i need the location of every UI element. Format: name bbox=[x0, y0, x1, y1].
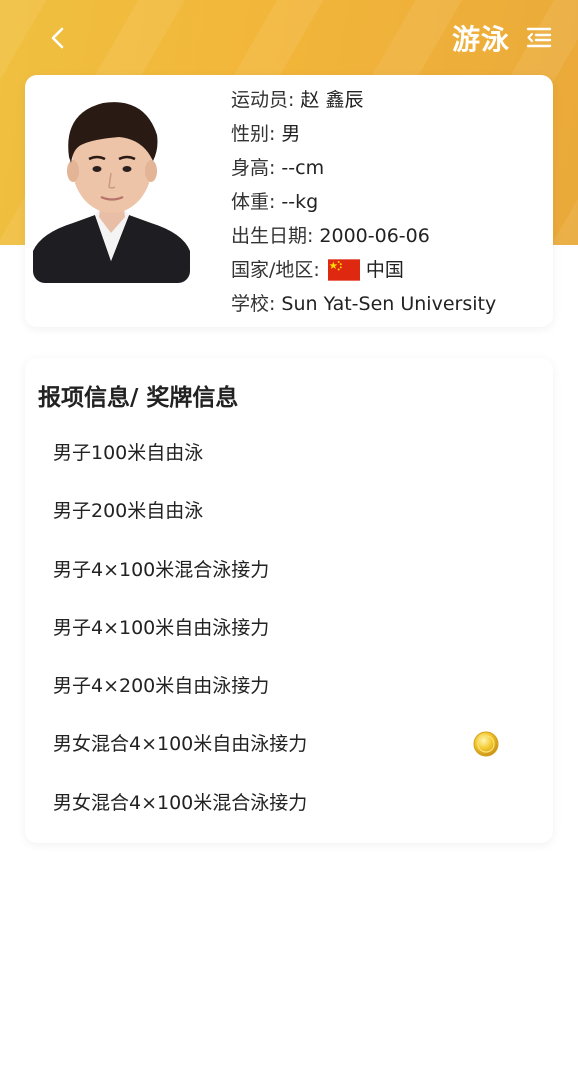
event-name: 男女混合4×100米自由泳接力 bbox=[53, 733, 308, 756]
info-row-height: 身高: --cm bbox=[231, 151, 496, 185]
event-name: 男子200米自由泳 bbox=[53, 500, 204, 523]
menu-button[interactable] bbox=[524, 22, 554, 52]
event-item[interactable]: 男子100米自由泳 bbox=[25, 424, 553, 482]
event-list: 男子100米自由泳 男子200米自由泳 男子4×100米混合泳接力 男子4×10… bbox=[25, 424, 553, 832]
birthdate-label: 出生日期: bbox=[231, 225, 314, 247]
event-name: 男子100米自由泳 bbox=[53, 442, 204, 464]
event-item[interactable]: 男子4×100米自由泳接力 bbox=[25, 599, 553, 657]
info-row-athlete: 运动员: 赵 鑫辰 bbox=[231, 83, 496, 117]
china-flag-icon bbox=[327, 259, 360, 281]
info-row-weight: 体重: --kg bbox=[231, 185, 496, 219]
height-value: --cm bbox=[281, 157, 325, 179]
athlete-name: 赵 鑫辰 bbox=[300, 89, 364, 111]
athlete-label: 运动员: bbox=[231, 89, 295, 111]
chevron-left-icon bbox=[51, 27, 64, 49]
weight-label: 体重: bbox=[231, 191, 276, 213]
events-section-title: 报项信息/ 奖牌信息 bbox=[38, 385, 239, 411]
info-row-gender: 性别: 男 bbox=[231, 117, 496, 151]
event-name: 男子4×200米自由泳接力 bbox=[53, 675, 270, 698]
back-button[interactable] bbox=[40, 20, 76, 56]
info-row-school: 学校: Sun Yat-Sen University bbox=[231, 287, 496, 321]
country-value: 中国 bbox=[365, 259, 404, 281]
event-item[interactable]: 男女混合4×100米自由泳接力 bbox=[25, 715, 553, 773]
school-value: Sun Yat-Sen University bbox=[281, 293, 497, 315]
athlete-photo bbox=[33, 83, 190, 283]
info-row-country: 国家/地区: 中国 bbox=[231, 253, 496, 287]
height-label: 身高: bbox=[231, 157, 276, 179]
menu-icon bbox=[526, 27, 552, 48]
events-card: 报项信息/ 奖牌信息 男子100米自由泳 男子200米自由泳 男子4×100米混… bbox=[25, 358, 553, 843]
weight-value: --kg bbox=[281, 191, 319, 213]
gender-label: 性别: bbox=[231, 123, 276, 145]
gold-medal-icon bbox=[473, 731, 499, 757]
athlete-page: 游泳 运动员: 赵 鑫辰 性别: 男 身高: --cm 体重: --kg 出生日… bbox=[0, 0, 578, 1069]
event-item[interactable]: 男子4×100米混合泳接力 bbox=[25, 541, 553, 599]
athlete-info: 运动员: 赵 鑫辰 性别: 男 身高: --cm 体重: --kg 出生日期: … bbox=[231, 83, 496, 321]
profile-card: 运动员: 赵 鑫辰 性别: 男 身高: --cm 体重: --kg 出生日期: … bbox=[25, 75, 553, 327]
gender-value: 男 bbox=[281, 123, 301, 145]
event-name: 男子4×100米混合泳接力 bbox=[53, 558, 270, 581]
sport-title: 游泳 bbox=[451, 23, 510, 56]
birthdate-value: 2000-06-06 bbox=[319, 225, 430, 247]
info-row-birthdate: 出生日期: 2000-06-06 bbox=[231, 219, 496, 253]
event-item[interactable]: 男子4×200米自由泳接力 bbox=[25, 657, 553, 715]
school-label: 学校: bbox=[231, 293, 276, 315]
event-name: 男女混合4×100米混合泳接力 bbox=[53, 791, 308, 814]
event-item[interactable]: 男女混合4×100米混合泳接力 bbox=[25, 774, 553, 832]
event-item[interactable]: 男子200米自由泳 bbox=[25, 482, 553, 540]
country-label: 国家/地区: bbox=[231, 259, 320, 281]
event-name: 男子4×100米自由泳接力 bbox=[53, 616, 270, 639]
